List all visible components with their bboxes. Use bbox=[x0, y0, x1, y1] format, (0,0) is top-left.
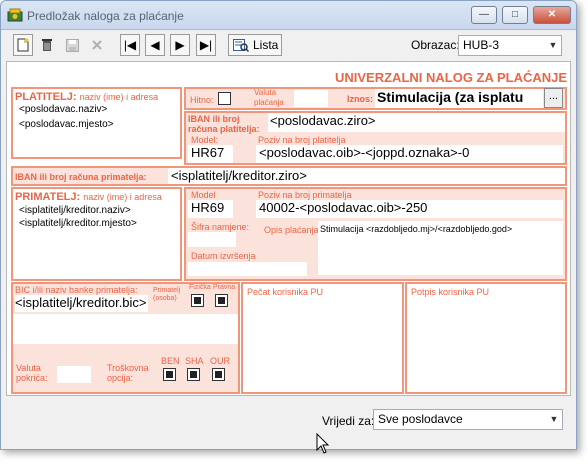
iznos-row: Hitno: Valuta plaćanja Iznos: Stimulacij… bbox=[184, 87, 567, 110]
valuta-pokrica-label: Valuta pokrića: bbox=[16, 363, 48, 383]
hitno-label: Hitno: bbox=[190, 95, 214, 105]
iznos-field[interactable]: Stimulacija (za isplatu bbox=[375, 89, 543, 108]
potpis-box: Potpis korisnika PU bbox=[405, 282, 567, 394]
form-heading: UNIVERZALNI NALOG ZA PLAĆANJE bbox=[335, 70, 568, 85]
app-window: Predložak naloga za plaćanje — □ ✕ |◀ ◀ … bbox=[0, 0, 577, 450]
platitelj-line1[interactable]: <poslodavac.naziv> bbox=[19, 104, 107, 115]
obrazac-select[interactable]: HUB-3 ▼ bbox=[458, 35, 562, 56]
sifra-namjene-label: Šifra namjene: bbox=[191, 222, 250, 232]
troskovna-label: Troškovna opcija: bbox=[107, 363, 149, 383]
maximize-button[interactable]: □ bbox=[502, 6, 528, 24]
obrazac-value: HUB-3 bbox=[463, 38, 500, 52]
delete-button[interactable] bbox=[37, 34, 57, 56]
platitelj-hint: naziv (ime) i adresa bbox=[79, 92, 159, 102]
iban-primatelja-field[interactable]: <isplatitelj/kreditor.ziro> bbox=[168, 168, 565, 184]
payment-form: UNIVERZALNI NALOG ZA PLAĆANJE PLATITELJ:… bbox=[6, 61, 571, 396]
datum-izvrsenja-label: Datum izvršenja bbox=[191, 251, 256, 261]
valuta-placanja-label: Valuta plaćanja bbox=[254, 88, 284, 107]
chevron-down-icon: ▼ bbox=[549, 414, 559, 424]
valuta-pokrica-field[interactable] bbox=[57, 366, 91, 383]
cancel-button[interactable] bbox=[87, 34, 107, 56]
poziv-primatelja-field[interactable]: 40002-<poslodavac.oib>-250 bbox=[256, 200, 563, 218]
iban-platitelja-field[interactable]: <poslodavac.ziro> bbox=[268, 113, 565, 132]
pecat-box: Pečat korisnika PU bbox=[241, 282, 404, 394]
bic-label: BIC i/ili naziv banke primatelja: bbox=[15, 285, 138, 295]
opis-placanja-field[interactable]: Stimulacija <razdobljedo.mj>/<razdobljed… bbox=[318, 221, 563, 275]
save-button[interactable] bbox=[62, 34, 82, 56]
iban-primatelja-box: IBAN ili broj računa primatelja: <isplat… bbox=[11, 166, 567, 186]
primatelj-detail-box: Model Poziv na broj primatelja HR69 4000… bbox=[184, 187, 567, 281]
primatelj-hint: naziv (ime) i adresa bbox=[83, 192, 162, 202]
opis-placanja-label: Opis plaćanja: bbox=[264, 225, 322, 235]
obrazac-label: Obrazac: bbox=[411, 38, 460, 52]
mouse-cursor-icon bbox=[316, 433, 330, 454]
vrijedi-select[interactable]: Sve poslodavce ▼ bbox=[373, 409, 563, 430]
poziv-platitelja-label: Poziv na broj platitelja bbox=[258, 135, 346, 145]
ben-checkbox[interactable] bbox=[163, 368, 176, 381]
primatelj-line2[interactable]: <isplatitelj/kreditor.mjesto> bbox=[19, 218, 137, 229]
pecat-label: Pečat korisnika PU bbox=[247, 287, 324, 297]
document-new-icon bbox=[17, 38, 29, 52]
platitelj-label: PLATITELJ: bbox=[15, 91, 77, 103]
new-button[interactable] bbox=[13, 34, 33, 56]
last-record-button[interactable]: ▶| bbox=[196, 34, 216, 56]
app-icon bbox=[7, 8, 23, 22]
lista-label: Lista bbox=[253, 38, 279, 52]
sifra-namjene-field[interactable] bbox=[188, 232, 236, 247]
sha-label: SHA bbox=[185, 356, 204, 366]
minimize-button[interactable]: — bbox=[471, 6, 497, 24]
fizicka-label: Fizička bbox=[189, 284, 211, 291]
our-label: OUR bbox=[210, 356, 230, 366]
iban-platitelja-label: IBAN ili broj računa platitelja: bbox=[188, 114, 260, 134]
lista-button[interactable]: Lista bbox=[228, 34, 282, 56]
platitelj-box: PLATITELJ: naziv (ime) i adresa <posloda… bbox=[11, 87, 182, 159]
first-record-button[interactable]: |◀ bbox=[120, 34, 140, 56]
save-icon bbox=[65, 39, 79, 52]
model2-label: Model bbox=[191, 190, 216, 200]
vrijedi-value: Sve poslodavce bbox=[378, 412, 463, 426]
iban-primatelja-label: IBAN ili broj računa primatelja: bbox=[15, 172, 147, 182]
iban-platitelja-box: IBAN ili broj računa platitelja: <poslod… bbox=[184, 111, 567, 165]
bic-box: BIC i/ili naziv banke primatelja: Primat… bbox=[11, 282, 240, 394]
iznos-ellipsis-button[interactable]: ... bbox=[544, 88, 563, 108]
iznos-label: Iznos: bbox=[347, 94, 373, 104]
poziv-platitelja-field[interactable]: <poslodavac.oib>-<joppd.oznaka>-0 bbox=[256, 145, 563, 163]
close-icon bbox=[92, 40, 102, 50]
next-record-button[interactable]: ▶ bbox=[170, 34, 190, 56]
model-label: Model: bbox=[191, 135, 219, 145]
sha-checkbox[interactable] bbox=[187, 368, 200, 381]
poziv-primatelja-label: Poziv na broj primatelja bbox=[258, 190, 352, 200]
model2-field[interactable]: HR69 bbox=[188, 200, 233, 218]
close-button[interactable]: ✕ bbox=[533, 6, 571, 24]
chevron-down-icon: ▼ bbox=[548, 40, 558, 50]
potpis-label: Potpis korisnika PU bbox=[411, 287, 490, 297]
valuta-placanja-field[interactable] bbox=[294, 90, 328, 107]
list-search-icon bbox=[233, 39, 249, 52]
prev-record-button[interactable]: ◀ bbox=[145, 34, 165, 56]
trash-icon bbox=[42, 39, 52, 51]
pravna-label: Pravna bbox=[213, 284, 236, 291]
bic-field[interactable]: <isplatitelj/kreditor.bic> bbox=[15, 295, 148, 312]
primatelj-box: PRIMATELJ: naziv (ime) i adresa <isplati… bbox=[11, 187, 182, 281]
hitno-checkbox[interactable] bbox=[218, 92, 231, 105]
primatelj-osoba-label: Primatelj (osoba) bbox=[153, 287, 181, 302]
window-title: Predložak naloga za plaćanje bbox=[27, 9, 184, 23]
vrijedi-label: Vrijedi za: bbox=[322, 414, 375, 428]
model1-field[interactable]: HR67 bbox=[188, 145, 233, 163]
pravna-checkbox[interactable] bbox=[215, 294, 228, 307]
fizicka-checkbox[interactable] bbox=[191, 294, 204, 307]
platitelj-line2[interactable]: <poslodavac.mjesto> bbox=[19, 119, 114, 130]
primatelj-label: PRIMATELJ: bbox=[15, 191, 81, 203]
our-checkbox[interactable] bbox=[212, 368, 225, 381]
ben-label: BEN bbox=[161, 356, 180, 366]
datum-izvrsenja-field[interactable] bbox=[188, 262, 307, 276]
title-bar[interactable]: Predložak naloga za plaćanje — □ ✕ bbox=[1, 1, 576, 30]
primatelj-line1[interactable]: <isplatitelj/kreditor.naziv> bbox=[19, 205, 131, 216]
